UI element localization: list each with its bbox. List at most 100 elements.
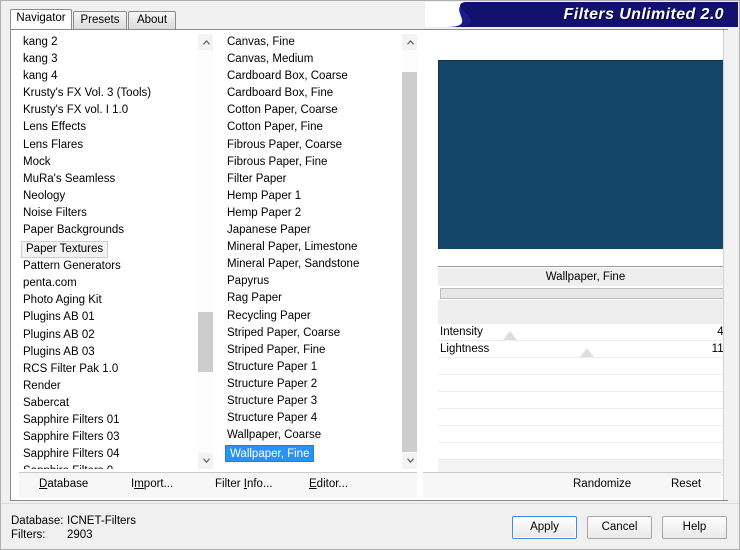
list-item[interactable]: Lens Flares: [19, 137, 195, 154]
list-item[interactable]: Structure Paper 4: [223, 410, 399, 427]
list-item[interactable]: MuRa's Seamless: [19, 171, 195, 188]
list-item[interactable]: Fibrous Paper, Coarse: [223, 137, 399, 154]
tab-about[interactable]: About: [128, 11, 176, 29]
list-item[interactable]: Neology: [19, 188, 195, 205]
list-item[interactable]: Cardboard Box, Fine: [223, 85, 399, 102]
list-item[interactable]: Structure Paper 3: [223, 393, 399, 410]
list-item[interactable]: penta.com: [19, 275, 195, 292]
list-item[interactable]: Krusty's FX vol. I 1.0: [19, 102, 195, 119]
list-item[interactable]: Striped Paper, Coarse: [223, 325, 399, 342]
list-item[interactable]: Render: [19, 378, 195, 395]
slider-row-empty: [438, 374, 733, 391]
filter-scrollbar[interactable]: [401, 34, 417, 469]
slider-knob[interactable]: [502, 331, 517, 340]
list-item[interactable]: Paper Backgrounds: [19, 222, 195, 239]
list-item[interactable]: Mineral Paper, Sandstone: [223, 256, 399, 273]
scroll-up-icon[interactable]: [402, 34, 417, 50]
list-item[interactable]: Striped Paper, Fine: [223, 342, 399, 359]
list-item[interactable]: Krusty's FX Vol. 3 (Tools): [19, 85, 195, 102]
preview-pane: Wallpaper, Fine Intensity45Lightness110: [423, 34, 733, 476]
list-item[interactable]: kang 3: [19, 51, 195, 68]
list-item[interactable]: Mineral Paper, Limestone: [223, 239, 399, 256]
list-item[interactable]: Plugins AB 03: [19, 344, 195, 361]
list-item[interactable]: Sabercat: [19, 395, 195, 412]
list-item[interactable]: Recycling Paper: [223, 308, 399, 325]
slider-row-empty: [438, 442, 733, 459]
scroll-up-icon[interactable]: [198, 34, 213, 50]
list-item-selected[interactable]: Paper Textures: [21, 241, 109, 259]
dialog-right-scrollbar[interactable]: [723, 30, 738, 500]
list-item[interactable]: Sapphire Filters 04: [19, 446, 195, 463]
list-item-selected[interactable]: Wallpaper, Fine: [225, 445, 315, 463]
list-item[interactable]: Hemp Paper 1: [223, 188, 399, 205]
filter-listbox[interactable]: Canvas, Fine Canvas, Medium Cardboard Box,…: [223, 34, 417, 469]
list-item[interactable]: Lens Effects: [19, 119, 195, 136]
list-item[interactable]: Cotton Paper, Fine: [223, 119, 399, 136]
filters-count-label: Filters:: [11, 529, 46, 541]
list-item[interactable]: Plugins AB 01: [19, 309, 195, 326]
list-item[interactable]: Structure Paper 2: [223, 376, 399, 393]
list-item[interactable]: Pattern Generators: [19, 258, 195, 275]
list-item[interactable]: kang 4: [19, 68, 195, 85]
list-item[interactable]: Cotton Paper, Coarse: [223, 102, 399, 119]
slider-row-intensity[interactable]: Intensity45: [438, 323, 733, 340]
slider-row-lightness[interactable]: Lightness 110: [438, 340, 733, 357]
filter-scroll-thumb[interactable]: [402, 72, 417, 452]
category-scrollbar[interactable]: [197, 34, 213, 469]
slider-row-empty: [438, 425, 733, 442]
slider-row-empty: [438, 391, 733, 408]
right-action-bar: Randomize Reset: [423, 472, 721, 498]
slider-row-empty: [438, 357, 733, 374]
list-item[interactable]: Plugins AB 02: [19, 327, 195, 344]
list-item[interactable]: Structure Paper 1: [223, 359, 399, 376]
help-button[interactable]: Help: [662, 516, 727, 539]
category-scroll-track[interactable]: [198, 50, 213, 453]
parameter-progress-bar: [440, 288, 729, 299]
navigator-panel: kang 2 kang 3 kang 4 Krusty's FX Vol. 3 (To…: [10, 29, 733, 501]
filter-preview-image[interactable]: [438, 60, 733, 249]
action-button-reset[interactable]: Reset: [671, 478, 701, 490]
scroll-down-icon[interactable]: [402, 453, 417, 469]
list-item[interactable]: Photo Aging Kit: [19, 292, 195, 309]
list-item[interactable]: Cardboard Box, Coarse: [223, 68, 399, 85]
status-bar: Database: ICNET-Filters Filters: 2903 Ap…: [1, 503, 739, 549]
category-scroll-thumb[interactable]: [198, 312, 213, 372]
list-item[interactable]: Noise Filters: [19, 205, 195, 222]
list-item[interactable]: RCS Filter Pak 1.0: [19, 361, 195, 378]
list-item[interactable]: Filter Paper: [223, 171, 399, 188]
tab-strip: Navigator Presets About: [10, 9, 728, 29]
action-link-editor[interactable]: Editor...: [309, 478, 348, 490]
slider-label: Lightness: [440, 343, 490, 355]
apply-button[interactable]: Apply: [512, 516, 577, 539]
cancel-button[interactable]: Cancel: [587, 516, 652, 539]
filter-list-items: Canvas, Fine Canvas, Medium Cardboard Box,…: [223, 34, 399, 469]
database-value: ICNET-Filters: [67, 515, 136, 527]
slider-knob[interactable]: [579, 348, 594, 357]
slider-list: Intensity45Lightness110: [438, 323, 733, 476]
list-item[interactable]: Sapphire Filters 03: [19, 429, 195, 446]
list-item[interactable]: Mock: [19, 154, 195, 171]
action-link-database[interactable]: Database: [39, 478, 88, 490]
list-item[interactable]: Canvas, Fine: [223, 34, 399, 51]
list-item[interactable]: Rag Paper: [223, 290, 399, 307]
filters-count-value: 2903: [67, 529, 93, 541]
list-item[interactable]: Sapphire Filters 0: [19, 463, 195, 469]
category-listbox[interactable]: kang 2 kang 3 kang 4 Krusty's FX Vol. 3 (To…: [19, 34, 213, 469]
database-label: Database:: [11, 515, 64, 527]
list-item[interactable]: Hemp Paper 2: [223, 205, 399, 222]
scroll-down-icon[interactable]: [198, 453, 213, 469]
list-item[interactable]: Wallpaper, Coarse: [223, 427, 399, 444]
list-item[interactable]: kang 2: [19, 34, 195, 51]
filter-scroll-track[interactable]: [402, 50, 417, 453]
action-button-randomize[interactable]: Randomize: [573, 478, 631, 490]
parameter-spacer: [438, 300, 733, 323]
list-item[interactable]: Papyrus: [223, 273, 399, 290]
list-item[interactable]: Fibrous Paper, Fine: [223, 154, 399, 171]
list-item[interactable]: Japanese Paper: [223, 222, 399, 239]
list-item[interactable]: Canvas, Medium: [223, 51, 399, 68]
tab-navigator[interactable]: Navigator: [10, 9, 72, 29]
list-item[interactable]: Sapphire Filters 01: [19, 412, 195, 429]
tab-presets[interactable]: Presets: [73, 11, 127, 29]
action-link-import[interactable]: Import...: [131, 478, 173, 490]
action-link-filter-info[interactable]: Filter Info...: [215, 478, 273, 490]
